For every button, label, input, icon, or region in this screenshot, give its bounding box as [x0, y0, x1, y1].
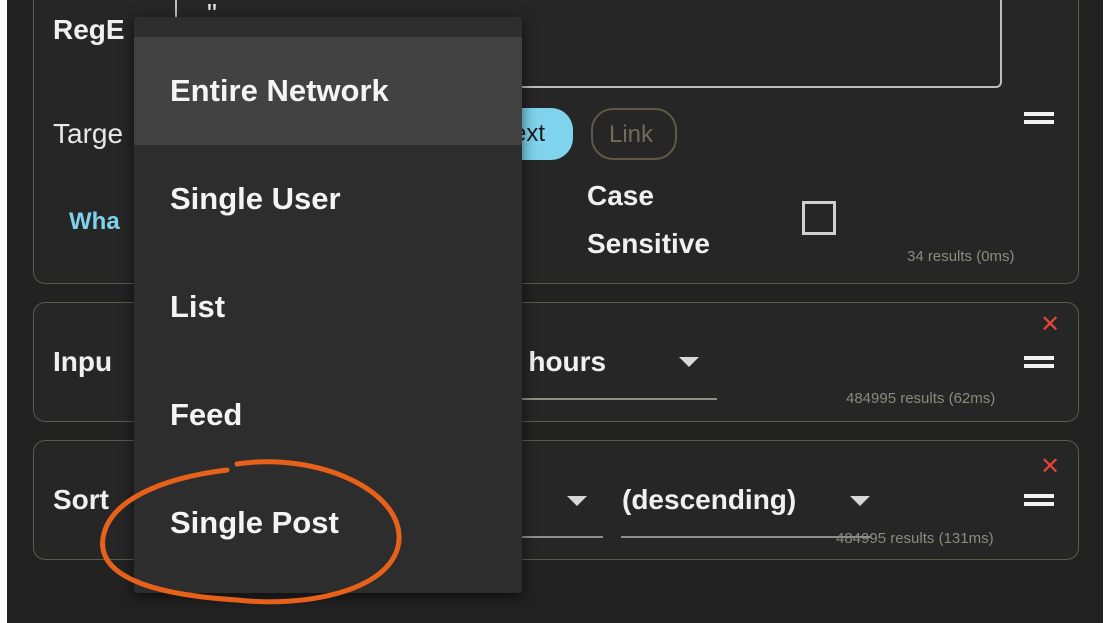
close-icon[interactable]: ✕ [1040, 452, 1060, 481]
case-sensitive-label-line1: Case [587, 180, 654, 211]
drag-handle-icon[interactable] [1024, 112, 1054, 124]
regex-help-link[interactable]: Wha [69, 208, 120, 236]
drag-handle-icon[interactable] [1024, 356, 1054, 368]
chevron-down-icon[interactable] [567, 496, 587, 506]
input-results-count: 484995 results (62ms) [846, 390, 996, 407]
chevron-down-icon[interactable] [679, 357, 699, 367]
regex-results-count: 34 results (0ms) [907, 248, 1015, 265]
sort-order-underline [621, 536, 871, 538]
case-sensitive-checkbox[interactable] [802, 201, 836, 235]
chevron-down-icon[interactable] [850, 496, 870, 506]
target-link-chip[interactable]: Link [591, 108, 677, 160]
menu-item-entire-network[interactable]: Entire Network [134, 37, 522, 145]
target-label: Targe [53, 118, 124, 149]
menu-item-single-user[interactable]: Single User [134, 145, 522, 253]
drag-handle-icon[interactable] [1024, 494, 1054, 506]
sort-order-value[interactable]: (descending) [622, 484, 796, 516]
sort-results-count: 484995 results (131ms) [836, 530, 994, 547]
input-label: Inpu [53, 346, 113, 377]
target-link-chip-label: Link [609, 121, 654, 148]
close-icon[interactable]: ✕ [1040, 310, 1060, 339]
menu-item-list[interactable]: List [134, 253, 522, 361]
app-window: RegE " Targe ext Link Wha Case Sensitive… [7, 0, 1103, 623]
regex-label: RegE [53, 14, 125, 45]
highlight-circle-annotation [100, 459, 402, 605]
case-sensitive-label-line2: Sensitive [587, 228, 710, 259]
